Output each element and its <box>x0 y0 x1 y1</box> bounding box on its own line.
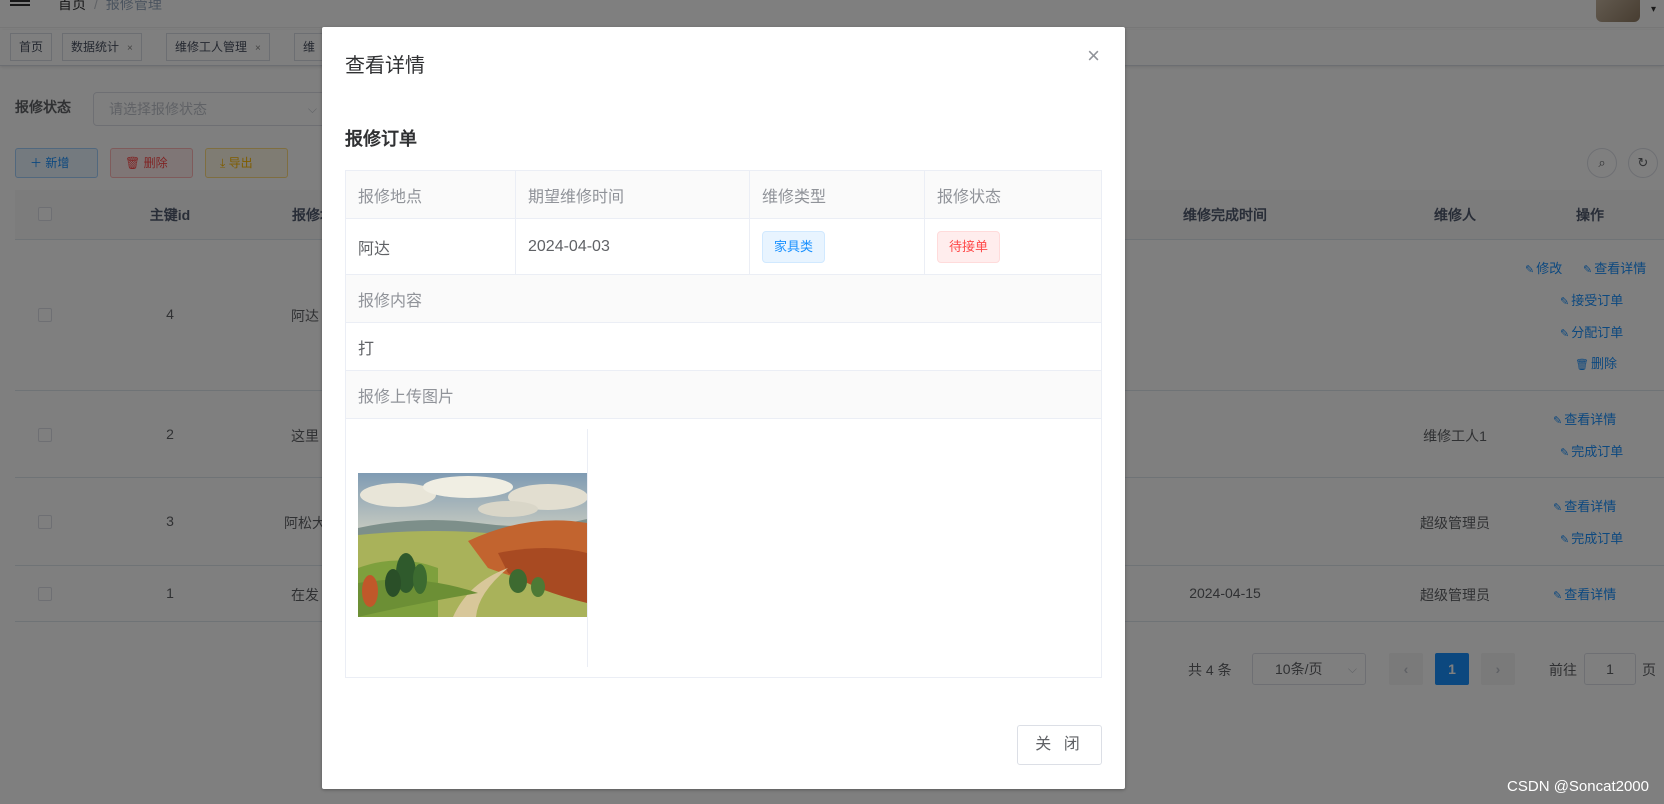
dialog-title: 查看详情 <box>345 55 425 77</box>
image-divider <box>587 429 588 667</box>
content-value-row: 打 <box>346 323 1101 371</box>
close-icon[interactable]: × <box>1087 45 1100 67</box>
label-row: 报修地点 期望维修时间 维修类型 报修状态 <box>346 171 1101 219</box>
value-status-cell: 待接单 <box>925 219 1101 274</box>
value-content: 打 <box>358 340 375 358</box>
section-title: 报修订单 <box>345 129 417 149</box>
label-type: 维修类型 <box>750 171 925 218</box>
value-row: 阿达 2024-04-03 家具类 待接单 <box>346 219 1101 275</box>
value-expected-time: 2024-04-03 <box>516 219 750 274</box>
close-button[interactable]: 关 闭 <box>1017 725 1102 765</box>
status-badge: 待接单 <box>937 230 1001 263</box>
label-image: 报修上传图片 <box>346 371 1101 418</box>
watermark: CSDN @Soncat2000 <box>1507 778 1649 795</box>
detail-descriptions: 报修地点 期望维修时间 维修类型 报修状态 阿达 2024-04-03 家具类 … <box>345 170 1102 678</box>
type-badge: 家具类 <box>762 230 826 263</box>
uploaded-image[interactable] <box>358 473 587 617</box>
label-expected-time: 期望维修时间 <box>516 171 750 218</box>
image-value-row <box>346 419 1101 677</box>
value-place: 阿达 <box>346 219 516 274</box>
label-status: 报修状态 <box>925 171 1101 218</box>
detail-dialog: 查看详情 × 报修订单 报修地点 期望维修时间 维修类型 报修状态 阿达 202… <box>322 27 1125 789</box>
label-content: 报修内容 <box>346 275 1101 322</box>
content-label-row: 报修内容 <box>346 275 1101 323</box>
value-type-cell: 家具类 <box>750 219 925 274</box>
label-place: 报修地点 <box>346 171 516 218</box>
image-label-row: 报修上传图片 <box>346 371 1101 419</box>
